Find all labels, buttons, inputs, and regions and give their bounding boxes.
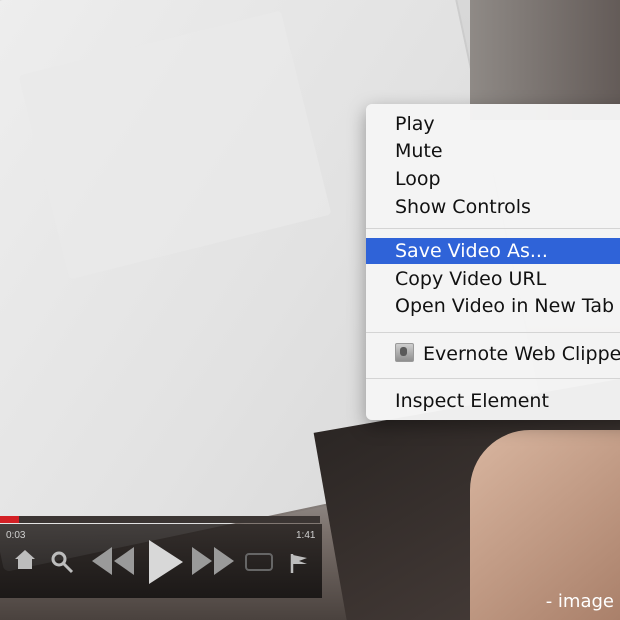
rewind-icon[interactable] (90, 543, 136, 584)
menu-item-open-video-new-tab[interactable]: Open Video in New Tab (366, 293, 620, 319)
home-icon[interactable] (12, 546, 38, 577)
menu-separator (366, 332, 620, 333)
video-content-background (470, 0, 620, 120)
menu-item-copy-video-url[interactable]: Copy Video URL (366, 266, 620, 292)
menu-item-loop[interactable]: Loop (366, 166, 620, 192)
progress-fill (0, 516, 20, 523)
flag-icon[interactable] (288, 552, 310, 579)
menu-item-evernote[interactable]: Evernote Web Clipper (366, 341, 620, 367)
fast-forward-icon[interactable] (190, 543, 236, 584)
current-time: 0:03 (6, 530, 26, 541)
evernote-icon (395, 343, 414, 362)
menu-separator (366, 228, 620, 229)
menu-item-save-video-as[interactable]: Save Video As... (366, 238, 620, 264)
menu-item-play[interactable]: Play (366, 111, 620, 137)
progress-bar[interactable] (0, 516, 320, 523)
search-icon[interactable] (50, 550, 74, 579)
captions-icon[interactable] (245, 553, 273, 576)
menu-separator (366, 378, 620, 379)
menu-item-inspect-element[interactable]: Inspect Element (366, 388, 620, 414)
total-time: 1:41 (296, 530, 316, 541)
menu-item-show-controls[interactable]: Show Controls (366, 194, 620, 220)
play-icon[interactable] (145, 538, 185, 591)
menu-item-evernote-label: Evernote Web Clipper (423, 343, 620, 365)
menu-item-mute[interactable]: Mute (366, 138, 620, 164)
context-menu: Play Mute Loop Show Controls Save Video … (366, 104, 620, 420)
image-caption: - image (545, 591, 614, 612)
